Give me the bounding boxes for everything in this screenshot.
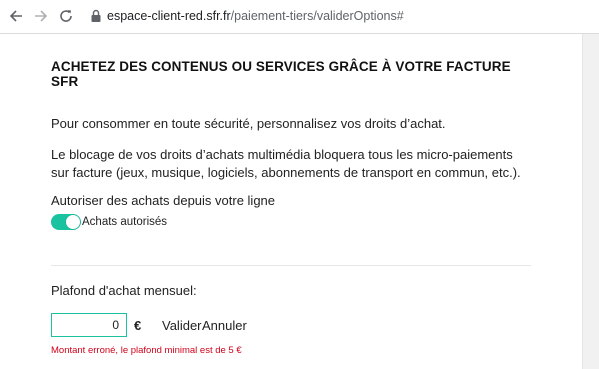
page-title: ACHETEZ DES CONTENUS OU SERVICES GRÂCE À…: [51, 59, 511, 89]
error-message: Montant erroné, le plafond minimal est d…: [51, 345, 242, 356]
address-bar[interactable]: espace-client-red.sfr.fr/paiement-tiers/…: [107, 9, 404, 23]
autorise-label: Autoriser des achats depuis votre ligne: [51, 193, 276, 208]
forward-button[interactable]: [29, 4, 53, 28]
achats-toggle[interactable]: [51, 214, 81, 230]
toggle-knob: [66, 215, 80, 229]
plafond-label: Plafond d'achat mensuel:: [51, 283, 197, 298]
plafond-input[interactable]: [51, 313, 127, 337]
toggle-label: Achats autorisés: [82, 216, 168, 228]
arrow-left-icon: [9, 10, 22, 22]
scrollbar[interactable]: [582, 34, 599, 369]
currency-symbol: €: [134, 318, 142, 333]
valider-button[interactable]: Valider: [162, 318, 202, 333]
annuler-button[interactable]: Annuler: [202, 318, 247, 333]
url-domain: espace-client-red.sfr.fr: [107, 9, 231, 23]
lock-icon: [91, 9, 101, 22]
reload-icon: [60, 10, 72, 22]
intro-text: Pour consommer en toute sécurité, person…: [51, 116, 446, 131]
block-info-text: Le blocage de vos droits d’achats multim…: [51, 147, 521, 180]
arrow-right-icon: [35, 10, 48, 22]
reload-button[interactable]: [54, 4, 78, 28]
url-path: /paiement-tiers/validerOptions#: [230, 9, 404, 23]
divider: [51, 265, 531, 266]
back-button[interactable]: [4, 4, 28, 28]
browser-toolbar: espace-client-red.sfr.fr/paiement-tiers/…: [0, 0, 599, 34]
